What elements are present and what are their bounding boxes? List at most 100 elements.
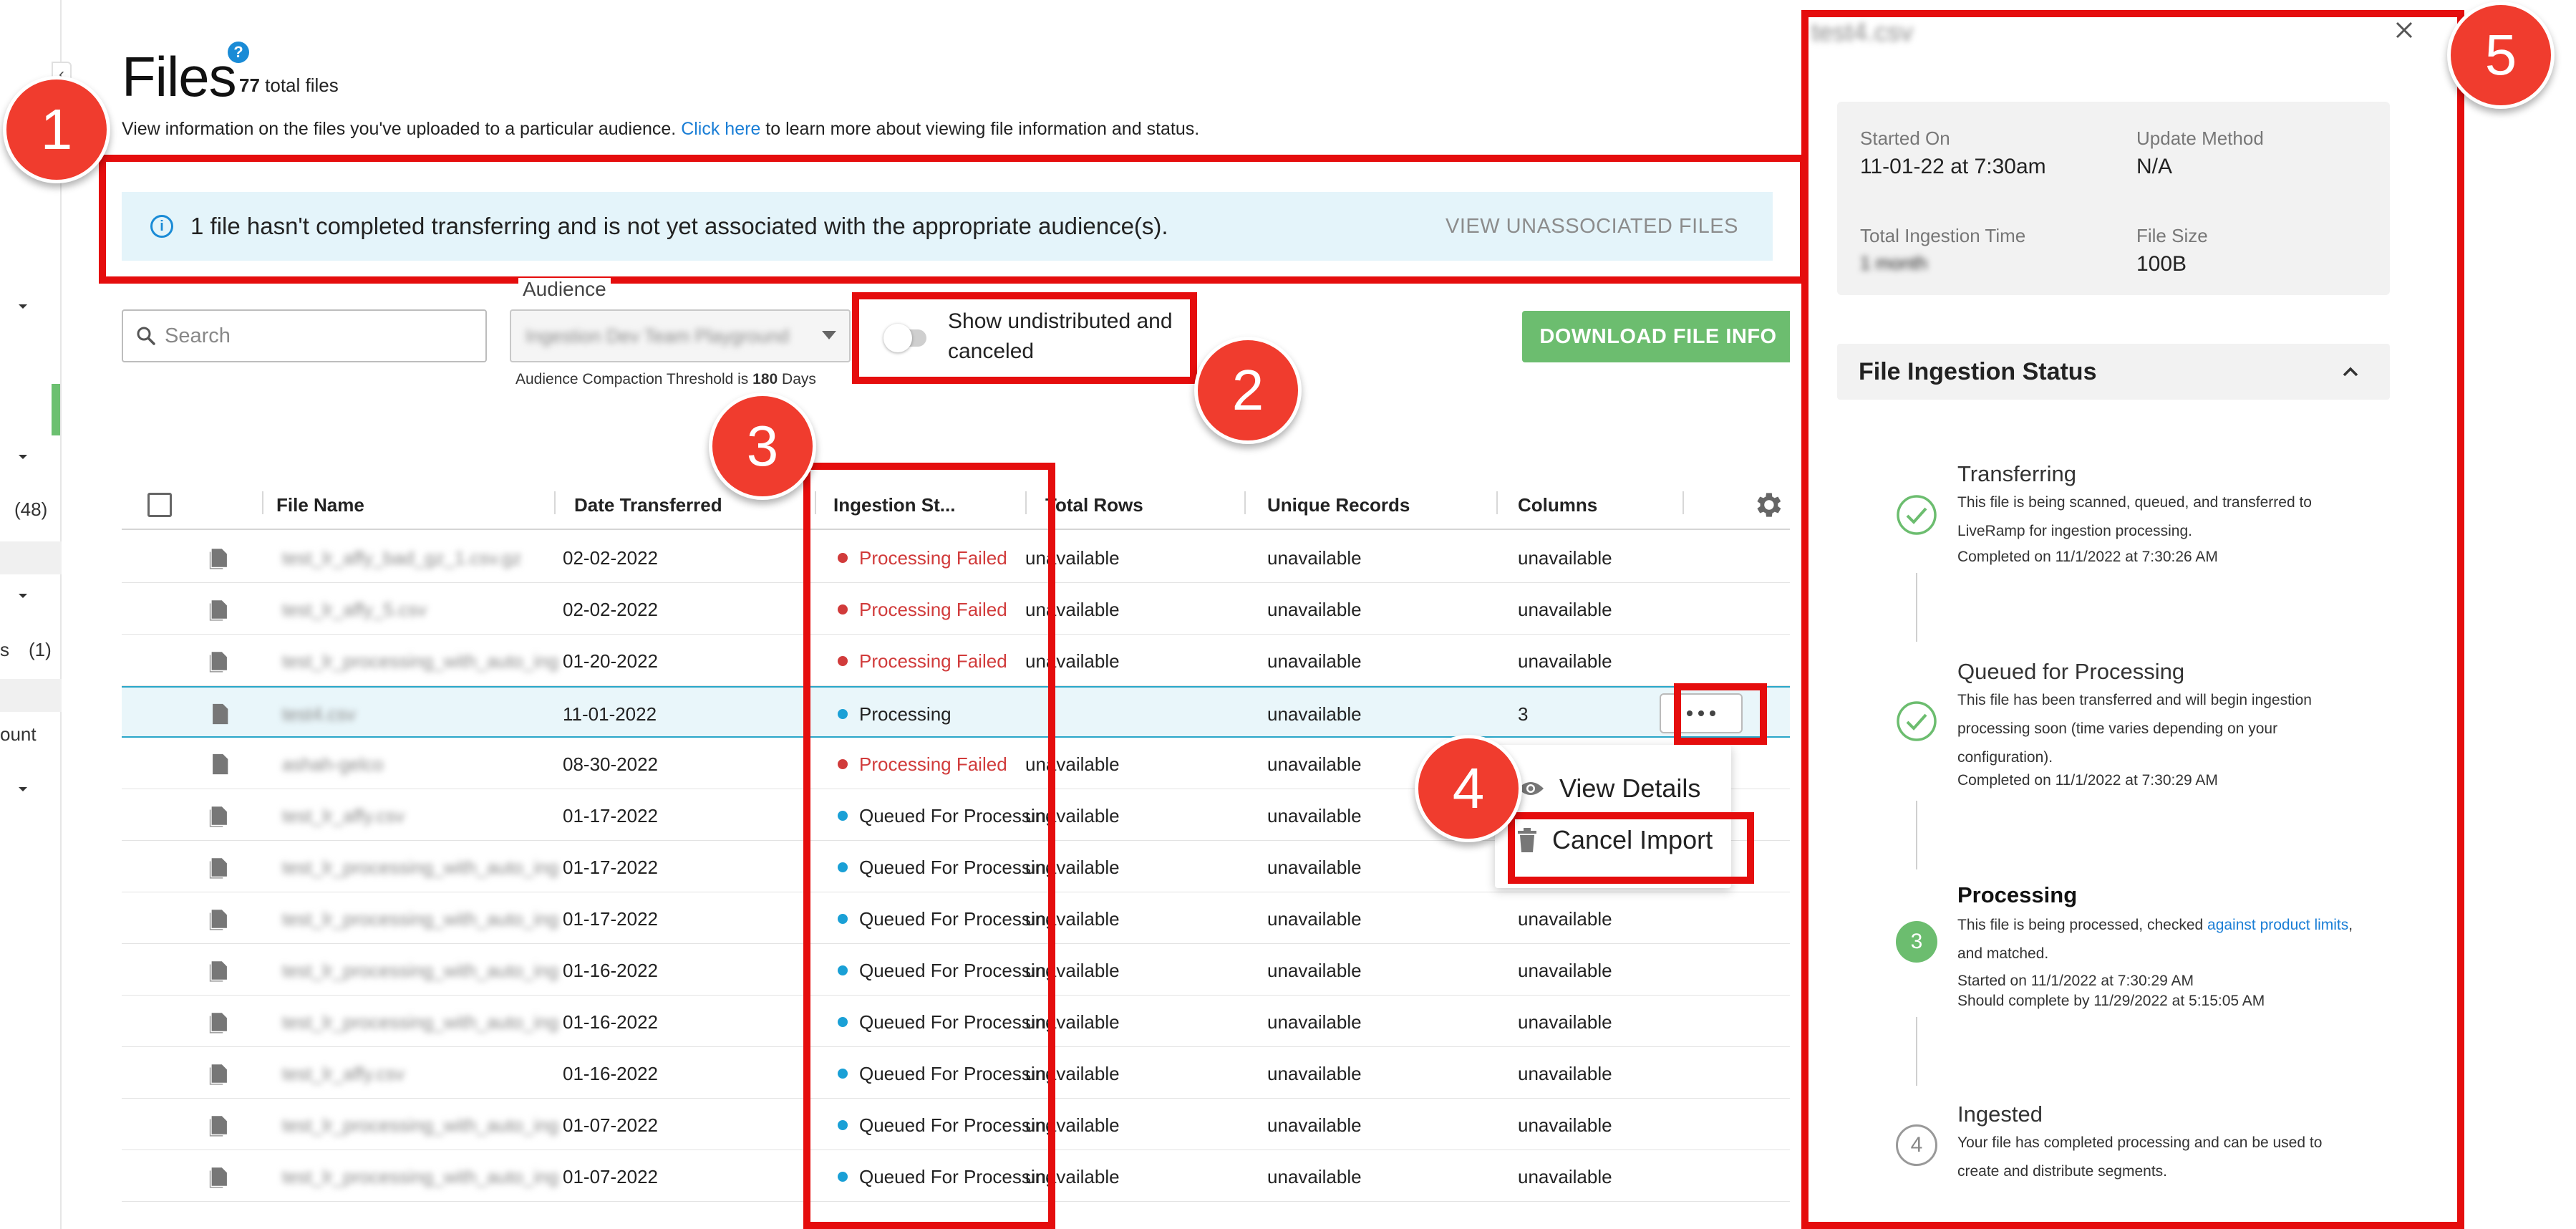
file-name[interactable]: test_lr_processing_with_auto_ing bbox=[282, 1114, 558, 1137]
unique-records: unavailable bbox=[1267, 908, 1362, 930]
column-separator bbox=[554, 491, 556, 514]
step-number-badge: 4 bbox=[1896, 1124, 1937, 1166]
column-header-unique-records[interactable]: Unique Records bbox=[1267, 494, 1410, 516]
learn-more-link[interactable]: Click here bbox=[681, 119, 760, 139]
total-rows: unavailable bbox=[1025, 599, 1120, 620]
toggle-knob[interactable] bbox=[883, 324, 912, 352]
column-header-total-rows[interactable]: Total Rows bbox=[1045, 494, 1143, 516]
column-separator bbox=[1496, 491, 1498, 514]
kebab-dot bbox=[1687, 710, 1693, 716]
status-text: Processing Failed bbox=[859, 753, 1007, 775]
chevron-up-icon[interactable] bbox=[2340, 361, 2361, 382]
column-header-ingestion-status[interactable]: Ingestion St... bbox=[833, 494, 955, 516]
column-header-file-name[interactable]: File Name bbox=[276, 494, 364, 516]
step-description: This file is being scanned, queued, and … bbox=[1957, 494, 2312, 539]
table-row[interactable]: test_lr_processing_with_auto_ing 01-16-2… bbox=[122, 996, 1794, 1047]
step-title-queued: Queued for Processing bbox=[1957, 659, 2185, 684]
search-icon bbox=[137, 327, 155, 345]
panel-file-title: test4.csv bbox=[1811, 17, 1914, 47]
select-all-checkbox[interactable] bbox=[147, 493, 172, 517]
status-text: Processing Failed bbox=[859, 599, 1007, 620]
table-row[interactable]: test_lr_affy_bad_gz_1.csv.gz 02-02-2022 … bbox=[122, 531, 1794, 583]
unique-records: unavailable bbox=[1267, 805, 1362, 826]
left-navigation: (48) s (1) ount bbox=[0, 0, 62, 1229]
column-header-columns[interactable]: Columns bbox=[1518, 494, 1597, 516]
total-count: 77 bbox=[239, 74, 260, 96]
file-name[interactable]: test4.csv bbox=[282, 703, 356, 726]
column-header-date-transferred[interactable]: Date Transferred bbox=[574, 494, 722, 516]
view-unassociated-files-link[interactable]: VIEW UNASSOCIATED FILES bbox=[1446, 215, 1738, 238]
file-name[interactable]: test_lr_processing_with_auto_ing bbox=[282, 960, 558, 982]
nav-item-partial[interactable]: ount bbox=[0, 723, 37, 746]
chevron-down-icon[interactable] bbox=[16, 299, 30, 314]
total-rows: unavailable bbox=[1025, 857, 1120, 878]
total-files-count: 77 total files bbox=[239, 74, 339, 97]
nav-item-partial[interactable]: s bbox=[0, 639, 9, 661]
ingestion-status-section-header[interactable]: File Ingestion Status bbox=[1837, 344, 2390, 400]
update-method-label: Update Method bbox=[2136, 127, 2264, 149]
columns-count: unavailable bbox=[1518, 547, 1612, 569]
close-icon[interactable] bbox=[2391, 17, 2417, 43]
column-separator bbox=[1244, 491, 1246, 514]
file-name[interactable]: test_lr_affy.csv bbox=[282, 805, 405, 827]
status-dot bbox=[838, 1017, 848, 1028]
collapse-sidebar-button[interactable]: ‹ bbox=[52, 62, 72, 87]
download-file-info-button[interactable]: DOWNLOAD FILE INFO bbox=[1522, 311, 1794, 362]
table-row[interactable]: test_lr_affy_5.csv 02-02-2022 Processing… bbox=[122, 583, 1794, 635]
step-description: This file has been transferred and will … bbox=[1957, 692, 2312, 766]
kebab-dot bbox=[1698, 710, 1704, 716]
nav-count[interactable]: (1) bbox=[29, 639, 52, 661]
column-separator bbox=[262, 491, 263, 514]
date-transferred: 01-16-2022 bbox=[563, 960, 658, 981]
table-row[interactable]: test_lr_processing_with_auto_ing 01-07-2… bbox=[122, 1099, 1794, 1150]
chevron-down-icon[interactable] bbox=[16, 450, 30, 464]
total-rows: unavailable bbox=[1025, 1166, 1120, 1187]
file-name[interactable]: test_lr_processing_with_auto_ing bbox=[282, 857, 558, 879]
unique-records: unavailable bbox=[1267, 753, 1362, 775]
table-row-selected[interactable]: test4.csv 11-01-2022 Processing unavaila… bbox=[122, 686, 1794, 738]
view-details-label: View Details bbox=[1559, 773, 1701, 803]
cancel-import-label: Cancel Import bbox=[1552, 825, 1713, 854]
file-name[interactable]: ashah-gelco bbox=[282, 753, 384, 776]
view-details-menu-item[interactable]: View Details bbox=[1516, 773, 1700, 804]
status-dot bbox=[838, 965, 848, 976]
product-limits-link[interactable]: against product limits bbox=[2207, 917, 2348, 933]
total-rows: unavailable bbox=[1025, 547, 1120, 569]
file-icon bbox=[213, 703, 228, 725]
chevron-down-icon[interactable] bbox=[16, 782, 30, 796]
search-field[interactable] bbox=[122, 309, 487, 362]
chevron-down-icon[interactable] bbox=[16, 589, 30, 603]
table-row[interactable]: test_lr_processing_with_auto_ing 01-17-2… bbox=[122, 892, 1794, 944]
table-row[interactable]: test_lr_processing_with_auto_ing 01-20-2… bbox=[122, 635, 1794, 686]
status-dot bbox=[838, 862, 848, 873]
file-name[interactable]: test_lr_processing_with_auto_ing bbox=[282, 650, 558, 673]
help-icon[interactable]: ? bbox=[228, 42, 249, 63]
table-row[interactable]: test_lr_processing_with_auto_ing 01-16-2… bbox=[122, 944, 1794, 996]
search-input[interactable] bbox=[165, 324, 451, 348]
file-name[interactable]: test_lr_processing_with_auto_ing bbox=[282, 1166, 558, 1188]
file-name[interactable]: test_lr_processing_with_auto_ing bbox=[282, 908, 558, 930]
gear-icon[interactable] bbox=[1751, 488, 1784, 521]
audience-selected-value: Ingestion Dev Team Playground bbox=[526, 324, 790, 347]
date-transferred: 01-17-2022 bbox=[563, 805, 658, 826]
status-dot bbox=[838, 553, 848, 564]
cancel-import-menu-item[interactable]: Cancel Import bbox=[1516, 825, 1713, 855]
date-transferred: 01-07-2022 bbox=[563, 1166, 658, 1187]
status-dot bbox=[838, 1069, 848, 1079]
file-name[interactable]: test_lr_processing_with_auto_ing bbox=[282, 1011, 558, 1033]
step-eta: Should complete by 11/29/2022 at 5:15:05… bbox=[1957, 993, 2265, 1009]
columns-count: unavailable bbox=[1518, 1166, 1612, 1187]
total-rows: unavailable bbox=[1025, 1011, 1120, 1033]
annotation-badge-5: 5 bbox=[2447, 1, 2555, 109]
status-dot bbox=[838, 1120, 848, 1131]
table-header: File Name Date Transferred Ingestion St.… bbox=[122, 480, 1794, 530]
file-name[interactable]: test_lr_affy_5.csv bbox=[282, 599, 427, 621]
file-name[interactable]: test_lr_affy_bad_gz_1.csv.gz bbox=[282, 547, 521, 569]
file-name[interactable]: test_lr_affy.csv bbox=[282, 1063, 405, 1085]
table-row[interactable]: test_lr_processing_with_auto_ing 01-07-2… bbox=[122, 1150, 1794, 1202]
started-on-value: 11-01-22 at 7:30am bbox=[1860, 155, 2046, 178]
nav-count[interactable]: (48) bbox=[14, 498, 47, 521]
audience-dropdown[interactable]: Ingestion Dev Team Playground bbox=[510, 309, 851, 362]
row-actions-button[interactable] bbox=[1660, 693, 1743, 733]
table-row[interactable]: test_lr_affy.csv 01-16-2022 Queued For P… bbox=[122, 1047, 1794, 1099]
